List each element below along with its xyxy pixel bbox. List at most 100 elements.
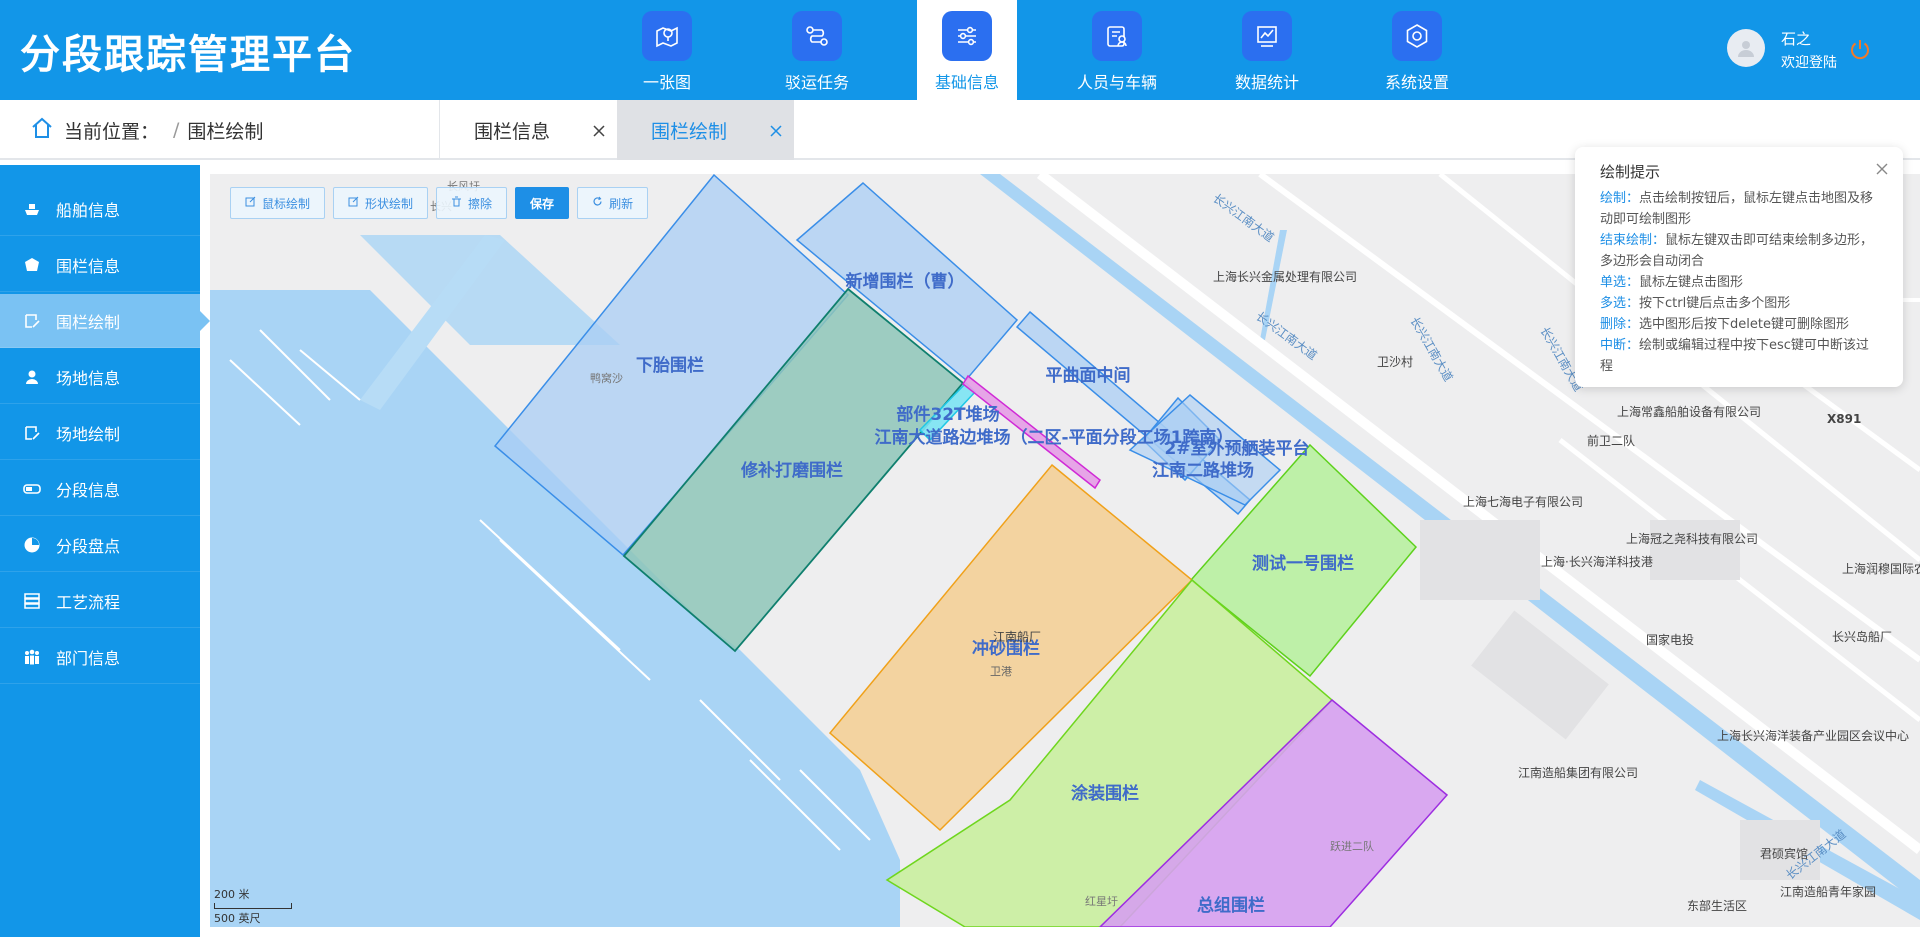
sidebar-item-label: 工艺流程	[56, 592, 121, 612]
sidebar-item-fence-drawing[interactable]: 围栏绘制	[0, 294, 210, 348]
avatar[interactable]	[1727, 29, 1765, 67]
nav-item-statistics[interactable]: 数据统计	[1217, 0, 1317, 100]
breadcrumb-separator: /	[173, 119, 180, 141]
fence-label: 平曲面中间	[1046, 365, 1131, 386]
nav-item-basic-info[interactable]: 基础信息	[917, 0, 1017, 100]
map-label: 上海润穆国际农产品交易中	[1842, 561, 1920, 576]
erase-button[interactable]: 擦除	[436, 187, 508, 219]
map-label: 东部生活区	[1687, 898, 1747, 913]
trash-icon	[451, 196, 462, 210]
sidebar-item-ship-info[interactable]: 船舶信息	[0, 182, 200, 236]
department-icon	[22, 647, 42, 667]
person-card-icon	[1092, 11, 1142, 61]
map-label: 上海长兴金属处理有限公司	[1213, 269, 1357, 284]
sidebar-item-fence-info[interactable]: 围栏信息	[0, 238, 200, 292]
draw-site-icon	[22, 423, 42, 443]
close-icon[interactable]	[1875, 161, 1889, 175]
fence-label: 部件32T堆场	[896, 404, 999, 425]
home-icon[interactable]	[30, 116, 54, 145]
nav-label: 驳运任务	[784, 73, 849, 92]
sidebar-item-label: 部门信息	[56, 648, 121, 668]
fence-label: 新增围栏（曹）	[846, 271, 965, 292]
scale-feet: 500 英尺	[214, 912, 261, 925]
app-title: 分段跟踪管理平台	[20, 32, 356, 78]
sidebar-item-label: 分段信息	[56, 480, 121, 500]
nav-item-transport-task[interactable]: 驳运任务	[767, 0, 867, 100]
draw-fence-icon	[22, 311, 42, 331]
user-welcome-text: 欢迎登陆	[1781, 55, 1837, 71]
sidebar-item-label: 分段盘点	[56, 536, 121, 556]
sidebar-item-department-info[interactable]: 部门信息	[0, 630, 200, 684]
map-label: 国家电投	[1646, 632, 1694, 647]
nav-item-personnel-vehicle[interactable]: 人员与车辆	[1067, 0, 1167, 100]
map-label: 长兴岛船厂	[1832, 629, 1892, 644]
nav-label: 一张图	[642, 73, 691, 92]
sidebar-item-site-drawing[interactable]: 场地绘制	[0, 406, 200, 460]
process-icon	[22, 591, 42, 611]
mouse-draw-label: 鼠标绘制	[262, 196, 311, 211]
hint-text: 按下ctrl键后点击多个图形	[1639, 296, 1791, 311]
map-label: 上海·长兴海洋科技港	[1541, 554, 1653, 569]
refresh-label: 刷新	[609, 196, 634, 211]
hint-line: 中断：绘制或编辑过程中按下esc键可中断该过程	[1600, 335, 1879, 377]
fence-label: 江南二路堆场	[1152, 460, 1254, 481]
hint-key: 多选：	[1600, 296, 1640, 311]
sidebar-item-label: 围栏绘制	[56, 312, 121, 332]
hint-key: 绘制：	[1600, 191, 1640, 206]
refresh-icon	[592, 196, 603, 210]
map-label: 前卫二队	[1587, 433, 1635, 448]
map-label: 跃进二队	[1330, 839, 1374, 853]
map-label: 卫港	[990, 665, 1012, 678]
hint-key: 单选：	[1600, 275, 1640, 290]
nav-item-system-settings[interactable]: 系统设置	[1367, 0, 1467, 100]
sliders-icon	[942, 11, 992, 61]
sidebar-item-segment-inventory[interactable]: 分段盘点	[0, 518, 200, 572]
shape-draw-label: 形状绘制	[365, 196, 414, 211]
tab-label: 围栏信息	[474, 120, 551, 143]
sidebar-item-segment-info[interactable]: 分段信息	[0, 462, 200, 516]
nav-label: 基础信息	[934, 73, 999, 92]
map-label: 长兴江南大道	[1210, 190, 1277, 244]
map-label: 上海七海电子有限公司	[1463, 494, 1583, 509]
power-icon[interactable]	[1848, 37, 1872, 61]
segment-icon	[22, 479, 42, 499]
fence-label: 2#室外预舾装平台	[1164, 438, 1309, 459]
hexagon-gear-icon	[1392, 11, 1442, 61]
refresh-button[interactable]: 刷新	[577, 187, 649, 219]
hint-text: 点击绘制按钮后，鼠标左键点击地图及移动即可绘制图形	[1600, 191, 1874, 227]
scale-bar	[214, 903, 292, 909]
hint-text: 鼠标左键点击图形	[1639, 275, 1744, 290]
fence-label: 下胎围栏	[636, 355, 704, 376]
hint-line: 多选：按下ctrl键后点击多个图形	[1600, 293, 1879, 314]
hint-line: 删除：选中图形后按下delete键可删除图形	[1600, 314, 1879, 335]
sidebar-item-site-info[interactable]: 场地信息	[0, 350, 200, 404]
map-label: 鸭窝沙	[590, 371, 623, 385]
nav-item-overview-map[interactable]: 一张图	[617, 0, 717, 100]
map-label: 上海长兴海洋装备产业园区会议中心	[1717, 728, 1909, 743]
top-navigation-bar: 分段跟踪管理平台 一张图 驳运任务 基础信息 人员与车辆 数据统计 系统设置 石…	[0, 0, 1920, 100]
map-buildings	[1420, 520, 1820, 880]
breadcrumb: 当前位置： / 围栏绘制	[30, 100, 263, 160]
nav-label: 人员与车辆	[1076, 73, 1157, 92]
mouse-draw-button[interactable]: 鼠标绘制	[230, 187, 326, 219]
route-icon	[792, 11, 842, 61]
save-button[interactable]: 保存	[515, 187, 570, 219]
breadcrumb-prefix: 当前位置：	[64, 120, 160, 143]
tab-fence-drawing[interactable]: 围栏绘制	[617, 100, 794, 160]
hint-title: 绘制提示	[1600, 163, 1661, 181]
user-name: 石之	[1781, 30, 1812, 48]
chart-icon	[1242, 11, 1292, 61]
close-icon[interactable]	[768, 122, 784, 138]
hint-key: 中断：	[1600, 338, 1640, 353]
fence-label: 涂装围栏	[1071, 783, 1139, 804]
site-icon	[22, 367, 42, 387]
scale-meters: 200 米	[214, 888, 250, 901]
shape-draw-button[interactable]: 形状绘制	[333, 187, 429, 219]
map-pin-icon	[642, 11, 692, 61]
tab-fence-info[interactable]: 围栏信息	[439, 100, 617, 160]
nav-label: 系统设置	[1384, 73, 1449, 92]
close-icon[interactable]	[591, 122, 607, 138]
map-label: 上海常鑫船舶设备有限公司	[1617, 404, 1761, 419]
sidebar-item-process-flow[interactable]: 工艺流程	[0, 574, 200, 628]
fence-label: 测试一号围栏	[1252, 553, 1354, 574]
